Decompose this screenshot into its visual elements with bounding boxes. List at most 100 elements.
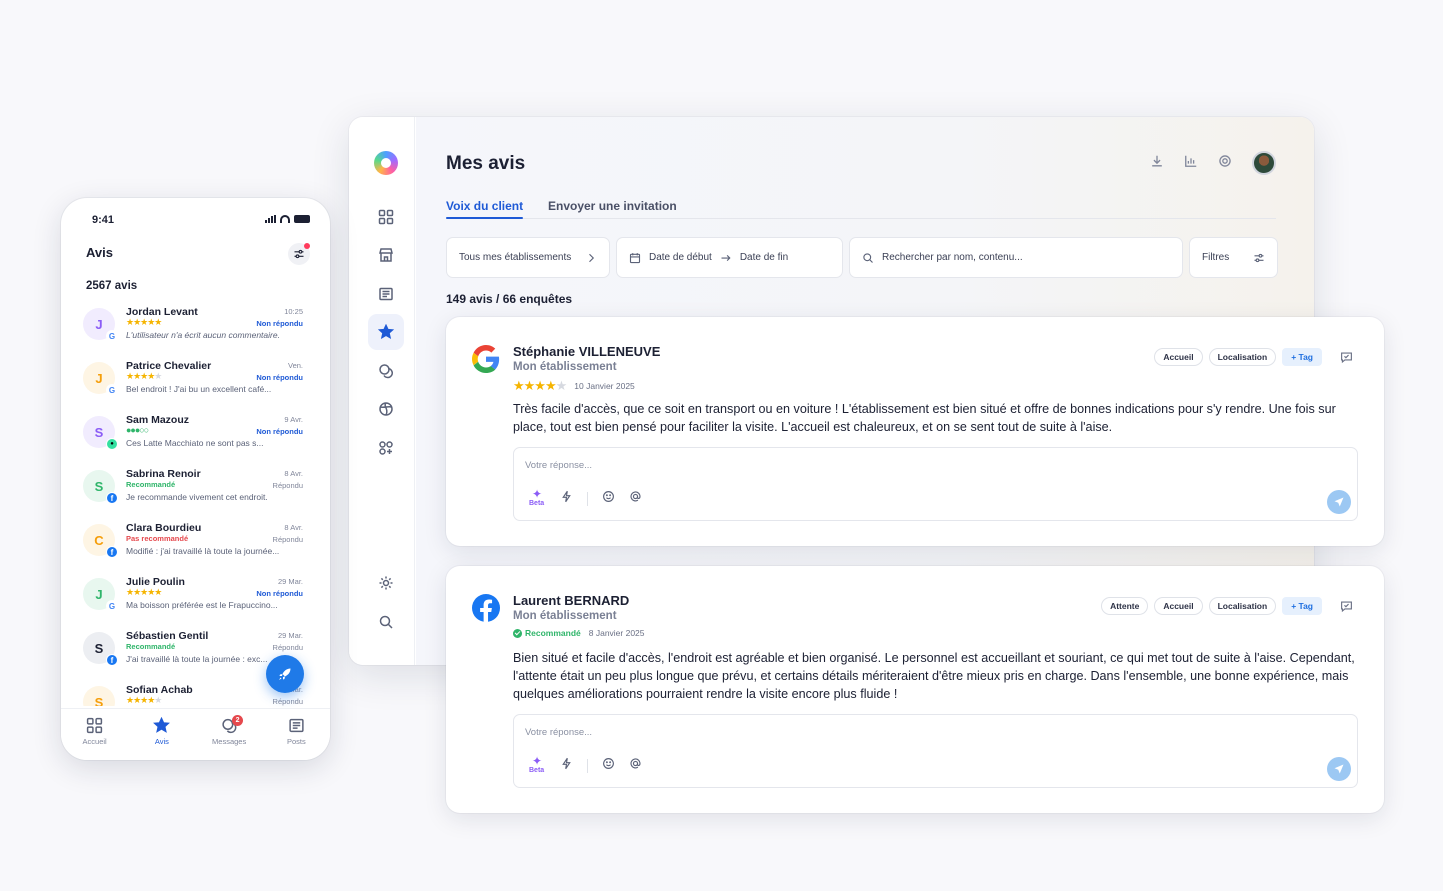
store-icon[interactable]	[368, 237, 404, 273]
reply-status: Répondu	[272, 481, 303, 490]
reply-field[interactable]: Votre réponse... ✦ Beta	[513, 714, 1358, 788]
reply-status: Répondu	[272, 535, 303, 544]
reply-status: Non répondu	[256, 427, 303, 436]
emoji-icon[interactable]	[602, 757, 615, 775]
ai-sparkle-icon[interactable]: ✦ Beta	[528, 488, 546, 510]
recommendation-badge: Recommandé	[513, 628, 581, 638]
reply-toolbar: ✦ Beta	[528, 755, 642, 777]
reply-field[interactable]: Votre réponse... ✦ Beta	[513, 447, 1358, 521]
date-range-picker[interactable]: Date de début Date de fin	[616, 237, 843, 278]
filters-label: Filtres	[1202, 252, 1230, 263]
gear-icon[interactable]	[1218, 154, 1232, 173]
settings-icon[interactable]	[368, 565, 404, 601]
tab-envoyer-invitation[interactable]: Envoyer une invitation	[548, 199, 677, 213]
messages-icon[interactable]	[368, 353, 404, 389]
mobile-review-count: 2567 avis	[86, 280, 138, 292]
arrow-right-icon	[721, 254, 731, 261]
rating: ●●●○○	[126, 426, 149, 435]
chart-icon[interactable]	[1184, 154, 1198, 173]
google-icon: G	[106, 384, 118, 396]
list-item[interactable]: S ● Sam Mazouz 9 Avr. Non répondu ●●●○○ Ces La…	[81, 412, 303, 464]
wifi-icon	[280, 215, 290, 223]
tag-localisation[interactable]: Localisation	[1208, 597, 1277, 615]
tab-voix-du-client[interactable]: Voix du client	[446, 199, 524, 219]
add-tag-button[interactable]: + Tag	[1282, 348, 1322, 366]
search-icon[interactable]	[368, 604, 404, 640]
home-grid-icon	[86, 717, 103, 734]
lightning-icon[interactable]	[560, 490, 573, 508]
tag-list: Attente Accueil Localisation + Tag	[1101, 597, 1354, 615]
tag-localisation[interactable]: Localisation	[1208, 348, 1277, 366]
add-tag-button[interactable]: + Tag	[1282, 597, 1322, 615]
rocket-button[interactable]	[266, 655, 304, 693]
reply-status: Non répondu	[256, 319, 303, 328]
nav-messages[interactable]: 2 Messages	[196, 709, 263, 760]
reviewer-name: Sabrina Renoir	[126, 468, 201, 480]
avatar: JG	[83, 578, 118, 612]
list-item[interactable]: J G Jordan Levant 10:25 Non répondu ★★★★★ L'ut…	[81, 304, 303, 356]
newspaper-icon	[289, 718, 304, 733]
calendar-icon	[629, 252, 641, 263]
review-date: 29 Mar.	[277, 577, 303, 586]
signal-icon	[265, 215, 276, 223]
app-logo[interactable]	[374, 151, 398, 175]
nav-avis-label: Avis	[154, 737, 169, 746]
user-avatar[interactable]	[1252, 151, 1276, 175]
nav-posts[interactable]: Posts	[263, 709, 330, 760]
tag-list: Accueil Localisation + Tag	[1154, 348, 1354, 366]
avatar: JG	[83, 362, 118, 396]
review-date: 10:25	[284, 307, 303, 316]
reviews-star-icon[interactable]	[368, 314, 404, 350]
facebook-icon	[472, 594, 500, 622]
analytics-icon[interactable]	[368, 391, 404, 427]
review-date: 9 Avr.	[284, 415, 303, 424]
filters-button[interactable]: Filtres	[1189, 237, 1278, 278]
nav-posts-label: Posts	[286, 737, 306, 746]
nav-avis[interactable]: Avis	[128, 709, 195, 760]
star-rating: ★★★★★	[126, 371, 162, 381]
mention-icon[interactable]	[629, 757, 642, 775]
chevron-right-icon	[589, 253, 595, 262]
rating: ★★★★★	[126, 588, 162, 597]
lightning-icon[interactable]	[560, 757, 573, 775]
avatar-initial: C	[94, 532, 104, 548]
emoji-icon[interactable]	[602, 490, 615, 508]
nav-accueil[interactable]: Accueil	[61, 709, 128, 760]
list-item[interactable]: J G Patrice Chevalier Ven. Non répondu ★★★★★ B…	[81, 358, 303, 410]
tag-accueil[interactable]: Accueil	[1154, 348, 1203, 366]
review-meta: Recommandé 8 Janvier 2025	[513, 628, 645, 638]
tag-accueil[interactable]: Accueil	[1154, 597, 1203, 615]
integrations-icon[interactable]	[368, 430, 404, 466]
review-snippet: Je recommande vivement cet endroit.	[126, 492, 268, 502]
list-item[interactable]: Sf Sabrina Renoir 8 Avr. Répondu Recommandé J…	[81, 466, 303, 518]
establishment-select[interactable]: Tous mes établissements	[446, 237, 610, 278]
mobile-filter-button[interactable]	[288, 243, 310, 265]
tag-attente[interactable]: Attente	[1101, 597, 1149, 615]
top-toolbar	[1150, 151, 1276, 175]
ai-sparkle-icon[interactable]: ✦ Beta	[528, 755, 546, 777]
reviewer-name: Clara Bourdieu	[126, 522, 202, 534]
avatar-initial: S	[94, 694, 104, 707]
mobile-page-title: Avis	[86, 245, 113, 260]
list-item[interactable]: J G Julie Poulin 29 Mar. Non répondu ★★★★★ Ma …	[81, 574, 303, 626]
mark-done-icon[interactable]	[1338, 349, 1354, 365]
reply-status: Répondu	[272, 643, 303, 652]
send-icon[interactable]	[1327, 757, 1351, 781]
google-icon: G	[106, 330, 118, 342]
battery-icon	[294, 215, 310, 223]
dashboard-icon[interactable]	[368, 199, 404, 235]
search-input[interactable]: Rechercher par nom, contenu...	[849, 237, 1183, 278]
search-icon	[863, 252, 873, 263]
newspaper-icon[interactable]	[368, 276, 404, 312]
status-icons	[265, 215, 310, 223]
reply-status: Non répondu	[256, 373, 303, 382]
mark-done-icon[interactable]	[1338, 598, 1354, 614]
review-snippet: Modifié : j'ai travaillé là toute la jou…	[126, 546, 280, 556]
list-item[interactable]: Cf Clara Bourdieu 8 Avr. Répondu Pas recomma…	[81, 520, 303, 572]
mention-icon[interactable]	[629, 490, 642, 508]
download-icon[interactable]	[1150, 154, 1164, 173]
avatar-initial: J	[95, 370, 103, 386]
review-date: 8 Avr.	[284, 469, 303, 478]
tab-bar: Voix du client Envoyer une invitation	[446, 199, 1276, 219]
send-icon[interactable]	[1327, 490, 1351, 514]
